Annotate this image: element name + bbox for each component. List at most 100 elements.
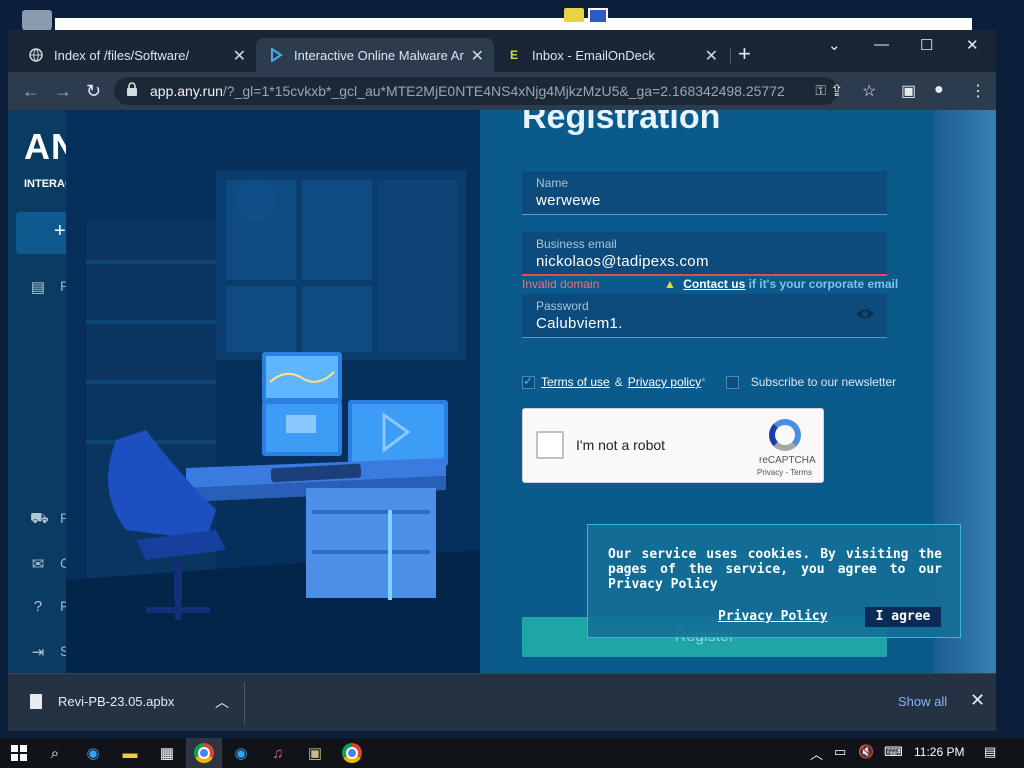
url-host: app.any.run: [150, 83, 223, 99]
side-panel-icon[interactable]: ▣: [901, 81, 916, 101]
email-error-text: Invalid domain: [522, 277, 600, 291]
password-field[interactable]: Password Calubviem1.: [522, 294, 887, 338]
tab-any-run[interactable]: Interactive Online Malware Analy ✕: [256, 38, 494, 72]
store-icon[interactable]: ▦: [157, 743, 177, 763]
desktop-app-icon[interactable]: [588, 8, 608, 24]
chevron-up-icon[interactable]: ︿: [810, 744, 823, 763]
tab-index-of-files[interactable]: Index of /files/Software/ ✕: [16, 38, 256, 72]
show-all-button[interactable]: Show all: [898, 694, 947, 709]
cookie-agree-button[interactable]: I agree: [865, 607, 941, 627]
terms-of-use-link[interactable]: Terms of use: [541, 375, 610, 389]
chrome-icon[interactable]: [342, 743, 362, 763]
tab-inbox[interactable]: E Inbox - EmailOnDeck ✕: [494, 38, 728, 72]
bookmark-star-icon[interactable]: ☆: [862, 81, 876, 101]
newsletter-label: Subscribe to our newsletter: [750, 375, 897, 389]
edge-icon[interactable]: ◉: [83, 743, 103, 763]
taskbar-clock[interactable]: 11:26 PM: [914, 745, 964, 759]
sidebar-item-sign-in[interactable]: ⇥ S: [30, 643, 70, 661]
newsletter-checkbox[interactable]: [725, 375, 739, 389]
corporate-email-hint: ▲ Contact us if it's your corporate emai…: [664, 277, 898, 291]
tab-strip: Index of /files/Software/ ✕ Interactive …: [8, 30, 996, 72]
sidebar-item-faq[interactable]: ? F: [30, 598, 69, 615]
show-password-icon[interactable]: [855, 307, 875, 326]
key-icon[interactable]: ⚿: [815, 82, 826, 99]
url-path: /?_gl=1*15cvkxb*_gcl_au*MTE2MjE0NTE4NS4x…: [222, 83, 786, 99]
chevron-up-icon[interactable]: ︿: [215, 692, 229, 712]
sidebar-item-public[interactable]: ▤ P: [30, 278, 69, 296]
reload-icon[interactable]: ↻: [86, 81, 101, 102]
close-download-bar-icon[interactable]: ✕: [970, 690, 985, 711]
close-tab-icon[interactable]: ✕: [705, 46, 718, 66]
mail-icon: ✉: [31, 556, 45, 573]
workstation-illustration: [66, 110, 480, 673]
download-bar: Revi-PB-23.05.apbx ︿ Show all ✕: [8, 673, 996, 731]
menu-icon[interactable]: ⋮: [970, 81, 986, 101]
profile-icon[interactable]: ●: [934, 81, 944, 99]
back-icon[interactable]: ←: [22, 81, 40, 102]
address-bar[interactable]: app.any.run/?_gl=1*15cvkxb*_gcl_au*MTE2M…: [114, 77, 838, 105]
keyboard-icon[interactable]: ⌨: [884, 744, 903, 760]
file-icon: [30, 694, 42, 709]
name-input[interactable]: werwewe: [536, 192, 601, 209]
file-explorer-icon[interactable]: ▬: [120, 743, 140, 763]
recaptcha-links[interactable]: Privacy - Terms: [757, 468, 812, 477]
privacy-policy-link[interactable]: Privacy policy: [628, 375, 701, 389]
recaptcha-brand: reCAPTCHA: [759, 455, 816, 466]
close-window-button[interactable]: ✕: [966, 36, 979, 54]
search-icon[interactable]: ⌕: [45, 743, 65, 763]
recycle-bin-icon[interactable]: [22, 10, 52, 32]
divider: [244, 682, 245, 724]
sidebar-item-contacts[interactable]: ✉ C: [30, 555, 70, 573]
tab-separator: [730, 48, 731, 64]
new-task-button[interactable]: +: [16, 212, 68, 254]
download-file-name[interactable]: Revi-PB-23.05.apbx: [58, 694, 174, 709]
maximize-button[interactable]: ☐: [920, 36, 933, 54]
globe-icon: [28, 47, 44, 63]
sidebar-item-pricing[interactable]: ⛟ P: [30, 510, 69, 527]
document-icon: ▤: [30, 279, 46, 296]
lock-icon[interactable]: [126, 82, 138, 99]
password-input[interactable]: Calubviem1.: [536, 315, 623, 332]
itunes-icon[interactable]: ♫: [268, 743, 288, 763]
desktop-app-icon[interactable]: [564, 8, 584, 22]
package-icon[interactable]: ▣: [305, 743, 325, 763]
close-tab-icon[interactable]: ✕: [471, 46, 484, 66]
email-label: Business email: [536, 237, 617, 251]
name-label: Name: [536, 176, 569, 190]
password-label: Password: [536, 299, 589, 313]
and-text: &: [614, 375, 623, 389]
email-input[interactable]: nickolaos@tadipexs.com: [536, 253, 709, 270]
tab-search-icon[interactable]: ⌄: [828, 36, 841, 54]
warning-icon: ▲: [664, 277, 676, 291]
terms-checkbox[interactable]: [522, 374, 535, 389]
cookie-banner: Our service uses cookies. By visiting th…: [587, 524, 961, 638]
edge-icon[interactable]: ◉: [231, 743, 251, 763]
notifications-icon[interactable]: ▤: [984, 744, 996, 760]
name-field[interactable]: Name werwewe: [522, 171, 887, 215]
help-icon: ?: [33, 598, 43, 615]
new-tab-button[interactable]: +: [738, 43, 751, 65]
required-mark: *: [701, 375, 706, 389]
cookie-privacy-policy-link[interactable]: Privacy Policy: [718, 609, 828, 624]
tab-title: Index of /files/Software/: [54, 47, 190, 63]
email-field[interactable]: Business email nickolaos@tadipexs.com: [522, 232, 887, 276]
recaptcha-widget: I'm not a robot reCAPTCHA Privacy - Term…: [522, 408, 824, 483]
download-item[interactable]: Revi-PB-23.05.apbx: [30, 694, 174, 709]
minimize-button[interactable]: —: [874, 36, 889, 53]
anyrun-icon: [268, 47, 284, 63]
volume-muted-icon[interactable]: 🔇: [858, 744, 874, 760]
contact-us-link[interactable]: Contact us: [683, 277, 745, 291]
windows-taskbar: ⌕ ◉ ▬ ▦ ◉ ♫ ▣ ︿ ▭ 🔇 ⌨ 11:26 PM ▤: [0, 738, 1024, 768]
chrome-icon[interactable]: [194, 743, 214, 763]
terms-row: Terms of use & Privacy policy * Subscrib…: [522, 374, 897, 389]
recaptcha-label: I'm not a robot: [576, 437, 666, 453]
cookie-message: Our service uses cookies. By visiting th…: [608, 547, 942, 592]
windows-start-icon[interactable]: [9, 743, 29, 763]
url-text[interactable]: app.any.run/?_gl=1*15cvkxb*_gcl_au*MTE2M…: [150, 83, 786, 99]
share-icon[interactable]: ⇪: [830, 81, 843, 101]
recaptcha-checkbox[interactable]: [536, 431, 564, 459]
network-icon[interactable]: ▭: [834, 744, 846, 760]
forward-icon[interactable]: →: [54, 81, 72, 102]
close-tab-icon[interactable]: ✕: [233, 46, 246, 66]
emailondeck-icon: E: [509, 48, 518, 62]
